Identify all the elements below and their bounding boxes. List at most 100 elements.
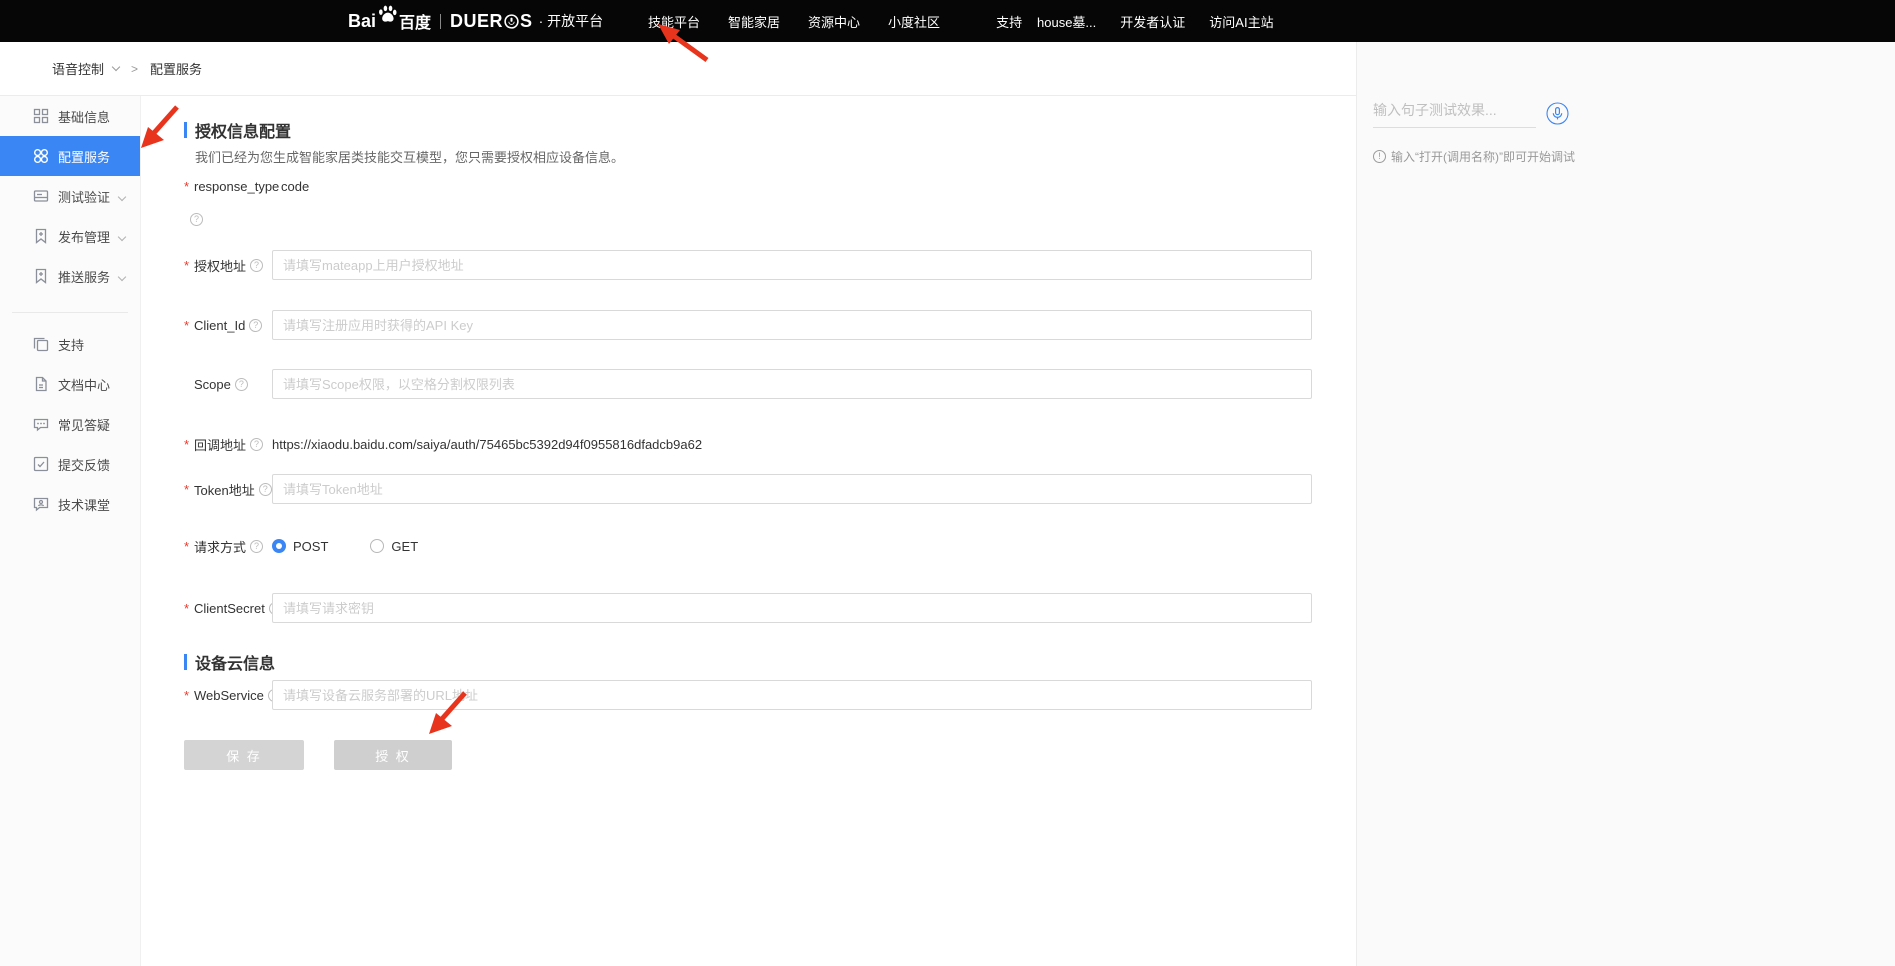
sidebar-item-config-service[interactable]: 配置服务 (0, 136, 140, 176)
field-label: 授权地址 (194, 256, 246, 275)
user-account-menu[interactable]: house墓... (1037, 12, 1096, 31)
section-description: 我们已经为您生成智能家居类技能交互模型，您只需要授权相应设备信息。 (195, 147, 624, 166)
client-secret-input[interactable] (272, 593, 1312, 623)
client-id-input[interactable] (272, 310, 1312, 340)
section-accent-bar (184, 122, 187, 138)
nav-xiaodu-community[interactable]: 小度社区 (888, 12, 940, 31)
main-content: 授权信息配置 我们已经为您生成智能家居类技能交互模型，您只需要授权相应设备信息。… (141, 96, 1355, 966)
logo-baidu-text: 百度 (399, 9, 431, 33)
radio-post-selected[interactable] (272, 539, 286, 553)
required-asterisk (184, 258, 191, 273)
breadcrumb: 语音控制 > 配置服务 (52, 59, 202, 78)
chat-dots-icon (33, 416, 49, 432)
help-question-icon[interactable] (250, 540, 263, 553)
sidebar-item-test-verify[interactable]: 测试验证 (0, 176, 140, 216)
scope-input[interactable] (272, 369, 1312, 399)
chevron-down-icon[interactable] (112, 63, 120, 71)
webservice-url-input[interactable] (272, 680, 1312, 710)
nav-visit-ai-site[interactable]: 访问AI主站 (1209, 12, 1273, 31)
form-row-auth-url: 授权地址 (184, 250, 1312, 280)
breadcrumb-current-page: 配置服务 (150, 59, 202, 78)
breadcrumb-separator: > (131, 62, 138, 76)
sidebar-item-label: 支持 (58, 335, 84, 354)
response-type-value: code (281, 179, 309, 194)
nav-skill-platform[interactable]: 技能平台 (648, 12, 700, 31)
logo-duer-text: DUER (450, 11, 503, 32)
sidebar-item-push-service[interactable]: 推送服务 (0, 256, 140, 296)
help-question-icon[interactable] (250, 438, 263, 451)
test-hint-text: 输入“打开(调用名称)”即可开始调试 (1391, 148, 1575, 165)
nav-support[interactable]: 支持 (996, 12, 1022, 31)
top-navigation: 技能平台 智能家居 资源中心 小度社区 支持 (648, 0, 1022, 42)
sidebar-link-feedback[interactable]: 提交反馈 (0, 444, 140, 484)
radio-label-get[interactable]: GET (391, 539, 418, 554)
required-asterisk (184, 688, 191, 703)
test-sentence-row (1373, 98, 1569, 128)
sidebar-item-basic-info[interactable]: 基础信息 (0, 96, 140, 136)
test-sentence-input[interactable] (1373, 98, 1536, 128)
required-asterisk (184, 318, 191, 333)
section-accent-bar (184, 654, 187, 670)
required-asterisk (184, 539, 191, 554)
document-icon (33, 376, 49, 392)
form-row-response-type: response_type code (184, 176, 309, 196)
sidebar: 基础信息 配置服务 测试验证 发布管理 (0, 96, 141, 966)
chevron-down-icon[interactable] (118, 233, 126, 241)
help-question-icon[interactable] (235, 378, 248, 391)
sidebar-item-label: 配置服务 (58, 147, 110, 166)
form-row-request-method: 请求方式 POST GET (184, 537, 418, 555)
nav-smart-home[interactable]: 智能家居 (728, 12, 780, 31)
token-url-input[interactable] (272, 474, 1312, 504)
nav-developer-certification[interactable]: 开发者认证 (1120, 12, 1185, 31)
sidebar-link-support[interactable]: 支持 (0, 324, 140, 364)
sidebar-link-faq[interactable]: 常见答疑 (0, 404, 140, 444)
field-label: 请求方式 (194, 537, 246, 556)
sidebar-item-label: 基础信息 (58, 107, 110, 126)
sidebar-item-label: 提交反馈 (58, 455, 110, 474)
sidebar-divider (12, 312, 128, 313)
grid-icon (33, 108, 49, 124)
auth-url-input[interactable] (272, 250, 1312, 280)
section-header-auth-info: 授权信息配置 (184, 118, 291, 142)
microphone-icon[interactable] (1546, 102, 1569, 125)
chevron-down-icon[interactable] (118, 273, 126, 281)
form-row-client-secret: ClientSecret (184, 593, 1312, 623)
radio-label-post[interactable]: POST (293, 539, 328, 554)
sidebar-item-label: 推送服务 (58, 267, 110, 286)
field-label: Token地址 (194, 480, 255, 499)
help-question-icon[interactable] (249, 319, 262, 332)
sidebar-link-tech-class[interactable]: 技术课堂 (0, 484, 140, 524)
required-asterisk (184, 601, 191, 616)
breadcrumb-skill-name[interactable]: 语音控制 (52, 59, 104, 78)
form-row-token-url: Token地址 (184, 474, 1312, 504)
logo-s-text: S (520, 11, 533, 32)
sidebar-item-label: 测试验证 (58, 187, 110, 206)
logo-bai-text: Bai (348, 11, 376, 32)
callback-url-value: https://xiaodu.baidu.com/saiya/auth/7546… (272, 437, 702, 452)
save-button[interactable]: 保 存 (184, 740, 304, 770)
form-row-client-id: Client_Id (184, 310, 1312, 340)
bookmark-plus-icon (33, 268, 49, 284)
field-label: Client_Id (194, 318, 245, 333)
checkbox-check-icon (33, 456, 49, 472)
form-row-webservice: WebService (184, 680, 1312, 710)
nav-resource-center[interactable]: 资源中心 (808, 12, 860, 31)
baidu-dueros-logo[interactable]: Bai 百度 DUER S · 开放平台 (348, 0, 603, 42)
radio-get[interactable] (370, 539, 384, 553)
chevron-down-icon[interactable] (118, 193, 126, 201)
copy-icon (33, 336, 49, 352)
baidu-paw-icon (377, 5, 398, 29)
sidebar-item-publish-manage[interactable]: 发布管理 (0, 216, 140, 256)
authorize-button[interactable]: 授 权 (334, 740, 452, 770)
sidebar-link-doc-center[interactable]: 文档中心 (0, 364, 140, 404)
help-question-icon[interactable] (250, 259, 263, 272)
field-label: Scope (194, 377, 231, 392)
help-question-icon[interactable] (190, 213, 203, 226)
sidebar-item-label: 常见答疑 (58, 415, 110, 434)
sidebar-item-label: 发布管理 (58, 227, 110, 246)
logo-open-platform-text: · 开放平台 (539, 11, 604, 31)
section-title: 设备云信息 (195, 650, 275, 674)
help-question-icon[interactable] (259, 483, 272, 496)
sidebar-item-label: 技术课堂 (58, 495, 110, 514)
test-hint: 输入“打开(调用名称)”即可开始调试 (1373, 148, 1575, 165)
